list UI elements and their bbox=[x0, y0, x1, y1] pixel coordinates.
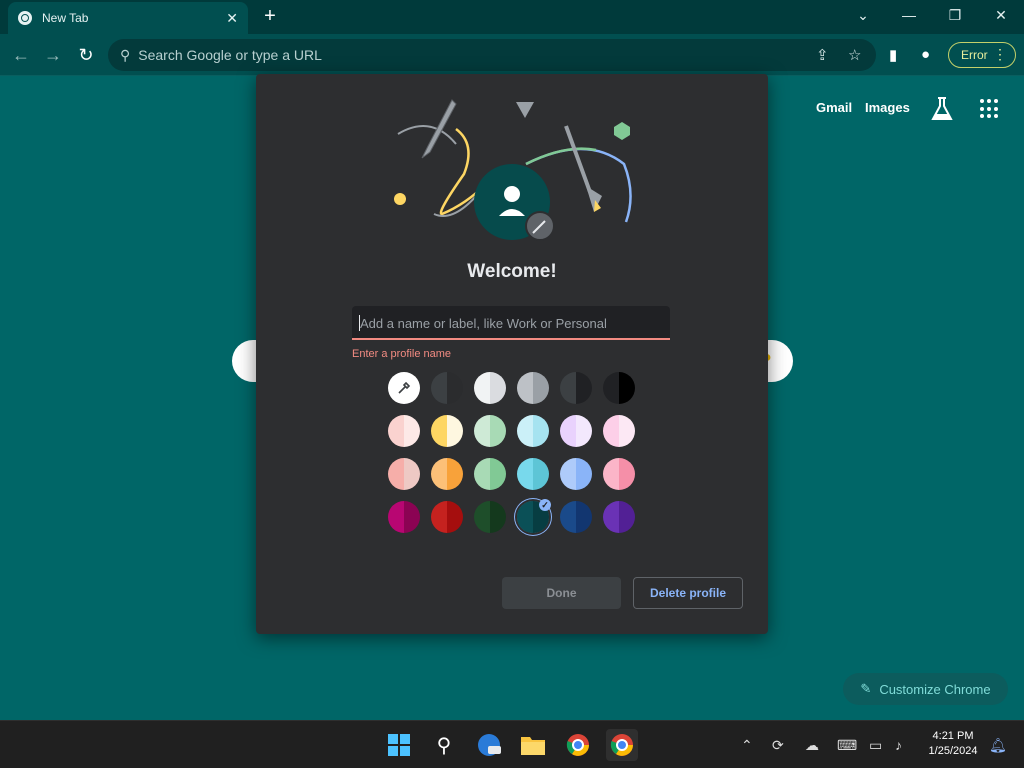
labs-flask-icon[interactable] bbox=[930, 96, 954, 122]
system-clock[interactable]: 4:21 PM 1/25/2024 bbox=[918, 729, 988, 759]
back-button[interactable]: ← bbox=[10, 44, 32, 66]
color-swatch-row-3-col-3[interactable] bbox=[474, 458, 506, 490]
color-swatch-row-1-col-6[interactable] bbox=[603, 372, 635, 404]
color-swatch-row-4-col-6[interactable] bbox=[603, 501, 635, 533]
color-swatch-row-4-col-5[interactable] bbox=[560, 501, 592, 533]
apps-grid-icon[interactable] bbox=[980, 99, 1000, 119]
name-input-placeholder: Add a name or label, like Work or Person… bbox=[360, 316, 607, 331]
done-button[interactable]: Done bbox=[502, 577, 621, 609]
theme-color-grid: ✓ bbox=[388, 372, 638, 544]
chrome-icon bbox=[18, 11, 32, 25]
color-swatch-row-4-col-3[interactable] bbox=[474, 501, 506, 533]
chrome-profile-taskbar-icon[interactable] bbox=[606, 729, 638, 761]
color-swatch-row-1-col-4[interactable] bbox=[517, 372, 549, 404]
paintbrush-icon bbox=[564, 125, 602, 212]
eyedropper-icon bbox=[398, 381, 411, 394]
color-swatch-row-4-col-2[interactable] bbox=[431, 501, 463, 533]
color-swatch-row-2-col-5[interactable] bbox=[560, 415, 592, 447]
tab-search-icon[interactable]: ⌄ bbox=[840, 0, 886, 30]
chrome-taskbar-icon[interactable] bbox=[562, 729, 594, 761]
delete-profile-button[interactable]: Delete profile bbox=[633, 577, 743, 609]
edge-beta-icon[interactable] bbox=[473, 729, 505, 761]
avatar-icon[interactable]: ● bbox=[921, 46, 930, 63]
profile-error-button[interactable]: Error ⋮ bbox=[948, 42, 1016, 68]
color-swatch-row-3-col-2[interactable] bbox=[431, 458, 463, 490]
color-swatch-row-1-col-3[interactable] bbox=[474, 372, 506, 404]
volume-icon[interactable]: ♪ bbox=[895, 737, 902, 753]
color-swatch-row-2-col-4[interactable] bbox=[517, 415, 549, 447]
customize-label: Customize Chrome bbox=[879, 681, 991, 697]
chevron-up-icon[interactable]: ⌃ bbox=[741, 737, 753, 754]
profile-name-error: Enter a profile name bbox=[352, 348, 452, 360]
color-swatch-row-1-col-2[interactable] bbox=[431, 372, 463, 404]
color-swatch-row-2-col-6[interactable] bbox=[603, 415, 635, 447]
new-tab-button[interactable]: + bbox=[259, 5, 281, 27]
color-swatch-row-1-col-5[interactable] bbox=[560, 372, 592, 404]
selected-check-icon: ✓ bbox=[539, 499, 551, 511]
eyedropper-color-picker[interactable] bbox=[388, 372, 420, 404]
taskbar-search-icon[interactable]: ⚲ bbox=[428, 729, 460, 761]
menu-icon: ⋮ bbox=[993, 46, 1007, 62]
close-window-button[interactable]: ✕ bbox=[978, 0, 1024, 30]
color-swatch-row-3-col-5[interactable] bbox=[560, 458, 592, 490]
side-panel-icon[interactable]: ▮ bbox=[889, 46, 897, 64]
clock-date: 1/25/2024 bbox=[928, 745, 978, 757]
search-icon: ⚲ bbox=[120, 46, 131, 63]
file-explorer-icon[interactable] bbox=[517, 729, 549, 761]
bookmark-star-icon[interactable]: ☆ bbox=[848, 46, 861, 64]
welcome-illustration bbox=[394, 99, 632, 241]
clock-time: 4:21 PM bbox=[932, 730, 974, 742]
omnibox[interactable]: ⚲ Search Google or type a URL ⇪ ☆ bbox=[108, 39, 876, 71]
windows-logo-icon bbox=[388, 734, 410, 756]
sync-icon[interactable]: ⟳ bbox=[772, 737, 784, 754]
color-swatch-row-2-col-3[interactable] bbox=[474, 415, 506, 447]
tab-strip: New Tab ✕ + ⌄ — ❐ ✕ bbox=[0, 0, 1024, 34]
onedrive-icon[interactable]: ☁ bbox=[805, 737, 819, 754]
color-swatch-row-3-col-4[interactable] bbox=[517, 458, 549, 490]
tab-new-tab[interactable]: New Tab ✕ bbox=[8, 2, 248, 34]
display-icon[interactable]: ▭ bbox=[869, 737, 882, 754]
minimize-button[interactable]: — bbox=[886, 0, 932, 30]
pencil-icon: ✎ bbox=[860, 681, 872, 696]
toolbar: ← → ↻ ⚲ Search Google or type a URL ⇪ ☆ … bbox=[0, 34, 1024, 76]
images-link[interactable]: Images bbox=[865, 100, 910, 115]
start-button[interactable] bbox=[383, 729, 415, 761]
profile-name-input[interactable]: Add a name or label, like Work or Person… bbox=[352, 306, 670, 340]
share-icon[interactable]: ⇪ bbox=[816, 46, 829, 64]
dialog-title: Welcome! bbox=[467, 261, 557, 282]
profile-error-label: Error bbox=[961, 48, 988, 62]
color-swatch-row-2-col-2[interactable] bbox=[431, 415, 463, 447]
windows-taskbar: ⚲ ⌃ ⟳ ☁ ⌨ ▭ ♪ 4:21 PM 1/25/2024 🔔︎ bbox=[0, 720, 1024, 768]
close-tab-icon[interactable]: ✕ bbox=[226, 10, 238, 27]
keyboard-icon[interactable]: ⌨ bbox=[837, 737, 857, 754]
pen-icon bbox=[421, 99, 457, 159]
reload-button[interactable]: ↻ bbox=[75, 44, 97, 66]
customize-chrome-button[interactable]: ✎ Customize Chrome bbox=[843, 673, 1008, 705]
profile-customization-dialog: Welcome! Add a name or label, like Work … bbox=[256, 74, 768, 634]
color-swatch-row-3-col-6[interactable] bbox=[603, 458, 635, 490]
color-swatch-row-3-col-1[interactable] bbox=[388, 458, 420, 490]
color-swatch-row-4-col-1[interactable] bbox=[388, 501, 420, 533]
notification-icon[interactable]: 🔔︎ bbox=[989, 737, 1007, 754]
restore-button[interactable]: ❐ bbox=[932, 0, 978, 30]
omnibox-placeholder: Search Google or type a URL bbox=[138, 47, 322, 63]
color-swatch-row-2-col-1[interactable] bbox=[388, 415, 420, 447]
gmail-link[interactable]: Gmail bbox=[816, 100, 852, 115]
tab-title: New Tab bbox=[42, 11, 89, 25]
forward-button[interactable]: → bbox=[42, 44, 64, 66]
